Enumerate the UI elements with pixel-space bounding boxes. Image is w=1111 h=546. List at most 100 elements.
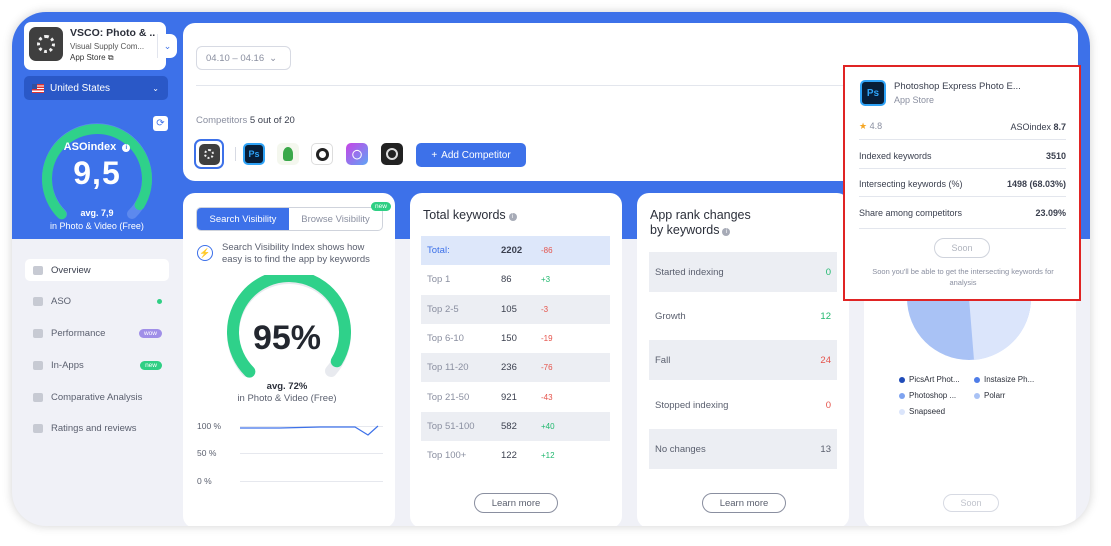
- chevron-down-icon[interactable]: ⌄: [157, 34, 177, 58]
- list-item: No changes 13: [649, 429, 837, 469]
- table-row: Top 11-20 236 -76: [421, 353, 610, 383]
- new-badge: new: [371, 202, 391, 211]
- soon-button[interactable]: Soon: [943, 494, 999, 512]
- app-frame: VSCO: Photo & ... Visual Supply Com... A…: [12, 12, 1090, 526]
- status-dot: [157, 299, 162, 305]
- in-apps-icon: [33, 360, 43, 370]
- add-competitor-button[interactable]: + Add Competitor: [416, 143, 526, 167]
- divider: [859, 168, 1066, 169]
- photoshop-app-icon[interactable]: Ps: [243, 143, 265, 165]
- search-visibility-card: Search Visibility Browse Visibility new …: [183, 193, 395, 526]
- y-tick-label: 100 %: [197, 421, 222, 431]
- plus-icon: +: [431, 149, 438, 161]
- card-title: App rank changes by keywords i: [650, 208, 751, 237]
- main-app-chip[interactable]: [194, 139, 224, 169]
- list-item: Growth 12: [649, 296, 837, 336]
- gridline: [240, 481, 383, 482]
- competitor-details-popup: Ps Photoshop Express Photo E... App Stor…: [843, 65, 1081, 301]
- y-tick-label: 0 %: [197, 476, 212, 486]
- sidebar-nav: Overview ASO Performance wow In-Apps new C…: [25, 259, 169, 450]
- tab-browse-visibility[interactable]: Browse Visibility: [289, 208, 382, 230]
- snapseed-app-icon[interactable]: [277, 143, 299, 165]
- soon-button[interactable]: Soon: [934, 238, 990, 258]
- country-select[interactable]: United States ⌄: [24, 76, 168, 100]
- instasize-app-icon[interactable]: [311, 143, 333, 165]
- aso-icon: [33, 297, 43, 307]
- search-visibility-value: 95%: [252, 319, 322, 357]
- legend-swatch: [974, 376, 980, 383]
- sidebar-item-ratings[interactable]: Ratings and reviews: [25, 418, 169, 440]
- search-visibility-avg: avg. 72%: [266, 381, 308, 392]
- divider: [859, 139, 1066, 140]
- sidebar-item-overview[interactable]: Overview: [25, 259, 169, 281]
- sidebar-item-performance[interactable]: Performance wow: [25, 323, 169, 345]
- info-icon[interactable]: i: [508, 213, 517, 221]
- sidebar-item-aso[interactable]: ASO: [25, 291, 169, 313]
- polarr-app-icon[interactable]: [381, 143, 403, 165]
- lightning-icon: ⚡: [197, 245, 213, 261]
- chevron-down-icon: ⌄: [269, 52, 278, 64]
- visibility-trend-line: [240, 425, 379, 436]
- card-title: Total keywords i: [423, 208, 517, 222]
- photoshop-app-icon: Ps: [860, 80, 886, 106]
- table-row: Total: 2202 -86: [421, 236, 610, 266]
- list-item: Fall 24: [649, 340, 837, 380]
- divider: [859, 196, 1066, 197]
- vsco-app-icon: [198, 143, 220, 165]
- country-label: United States: [50, 82, 111, 94]
- search-visibility-category: in Photo & Video (Free): [237, 393, 337, 404]
- divider: [859, 228, 1066, 229]
- legend-item: Photoshop ...: [899, 391, 956, 400]
- learn-more-button[interactable]: Learn more: [474, 493, 558, 513]
- asoindex-avg: avg. 7,9: [80, 208, 114, 218]
- info-icon[interactable]: i: [722, 228, 731, 236]
- popup-app-store: App Store: [894, 95, 935, 105]
- popup-rating-row: ★ 4.8 ASOindex 8.7: [859, 121, 1066, 132]
- total-keywords-card: Total keywords i Total: 2202 -86 Top 1 86 +3 …: [410, 193, 622, 526]
- comparative-icon: [33, 392, 43, 402]
- popup-stat-row: Intersecting keywords (%) 1498 (68.03%): [859, 179, 1066, 189]
- popup-stat-row: Indexed keywords 3510: [859, 151, 1066, 161]
- legend-item: PicsArt Phot...: [899, 375, 960, 384]
- table-row: Top 51-100 582 +40: [421, 411, 610, 442]
- table-row: Top 21-50 921 -43: [421, 382, 610, 412]
- chevron-down-icon: ⌄: [152, 83, 159, 93]
- y-tick-label: 50 %: [197, 448, 217, 458]
- table-row: Top 2-5 105 -3: [421, 294, 610, 324]
- table-row: Top 6-10 150 -19: [421, 323, 610, 354]
- legend-swatch: [899, 392, 905, 399]
- visibility-toggle: Search Visibility Browse Visibility: [196, 207, 383, 231]
- app-name: VSCO: Photo & ...: [70, 27, 155, 39]
- app-store-link[interactable]: App Store ⧉: [70, 53, 114, 63]
- wow-badge: wow: [138, 329, 162, 339]
- us-flag-icon: [32, 83, 44, 93]
- legend-swatch: [974, 392, 980, 399]
- info-icon[interactable]: i: [122, 144, 131, 152]
- asoindex-category: in Photo & Video (Free): [50, 221, 144, 231]
- vsco-app-icon: [29, 27, 63, 61]
- rank-changes-card: App rank changes by keywords i Started ind…: [637, 193, 849, 526]
- legend-item: Polarr: [974, 391, 1005, 400]
- ratings-icon: [33, 424, 43, 434]
- competitors-label: Competitors 5 out of 20: [196, 115, 295, 126]
- new-badge: new: [140, 360, 162, 370]
- date-range-select[interactable]: 04.10 – 04.16 ⌄: [196, 46, 291, 70]
- sidebar-item-in-apps[interactable]: In-Apps new: [25, 354, 169, 376]
- gridline: [240, 453, 383, 454]
- app-selector[interactable]: VSCO: Photo & ... Visual Supply Com... A…: [24, 22, 177, 70]
- legend-swatch: [899, 376, 905, 383]
- search-visibility-description: Search Visibility Index shows how easy i…: [222, 242, 370, 265]
- keywords-table: Total: 2202 -86 Top 1 86 +3 Top 2-5 105 -3 Top…: [421, 236, 610, 471]
- learn-more-button[interactable]: Learn more: [702, 493, 786, 513]
- picsart-app-icon[interactable]: ◯: [346, 143, 368, 165]
- popup-app-name: Photoshop Express Photo E...: [894, 81, 1021, 92]
- tab-search-visibility[interactable]: Search Visibility: [197, 208, 289, 230]
- table-row: Top 100+ 122 +12: [421, 441, 610, 471]
- table-row: Top 1 86 +3: [421, 265, 610, 295]
- star-icon: ★: [859, 121, 868, 131]
- sidebar-item-comparative-analysis[interactable]: Comparative Analysis: [25, 386, 169, 408]
- popup-note: Soon you'll be able to get the intersect…: [872, 267, 1054, 287]
- legend-item: Snapseed: [899, 407, 945, 416]
- performance-icon: [33, 329, 43, 339]
- asoindex-label: ASOindex i: [52, 141, 142, 153]
